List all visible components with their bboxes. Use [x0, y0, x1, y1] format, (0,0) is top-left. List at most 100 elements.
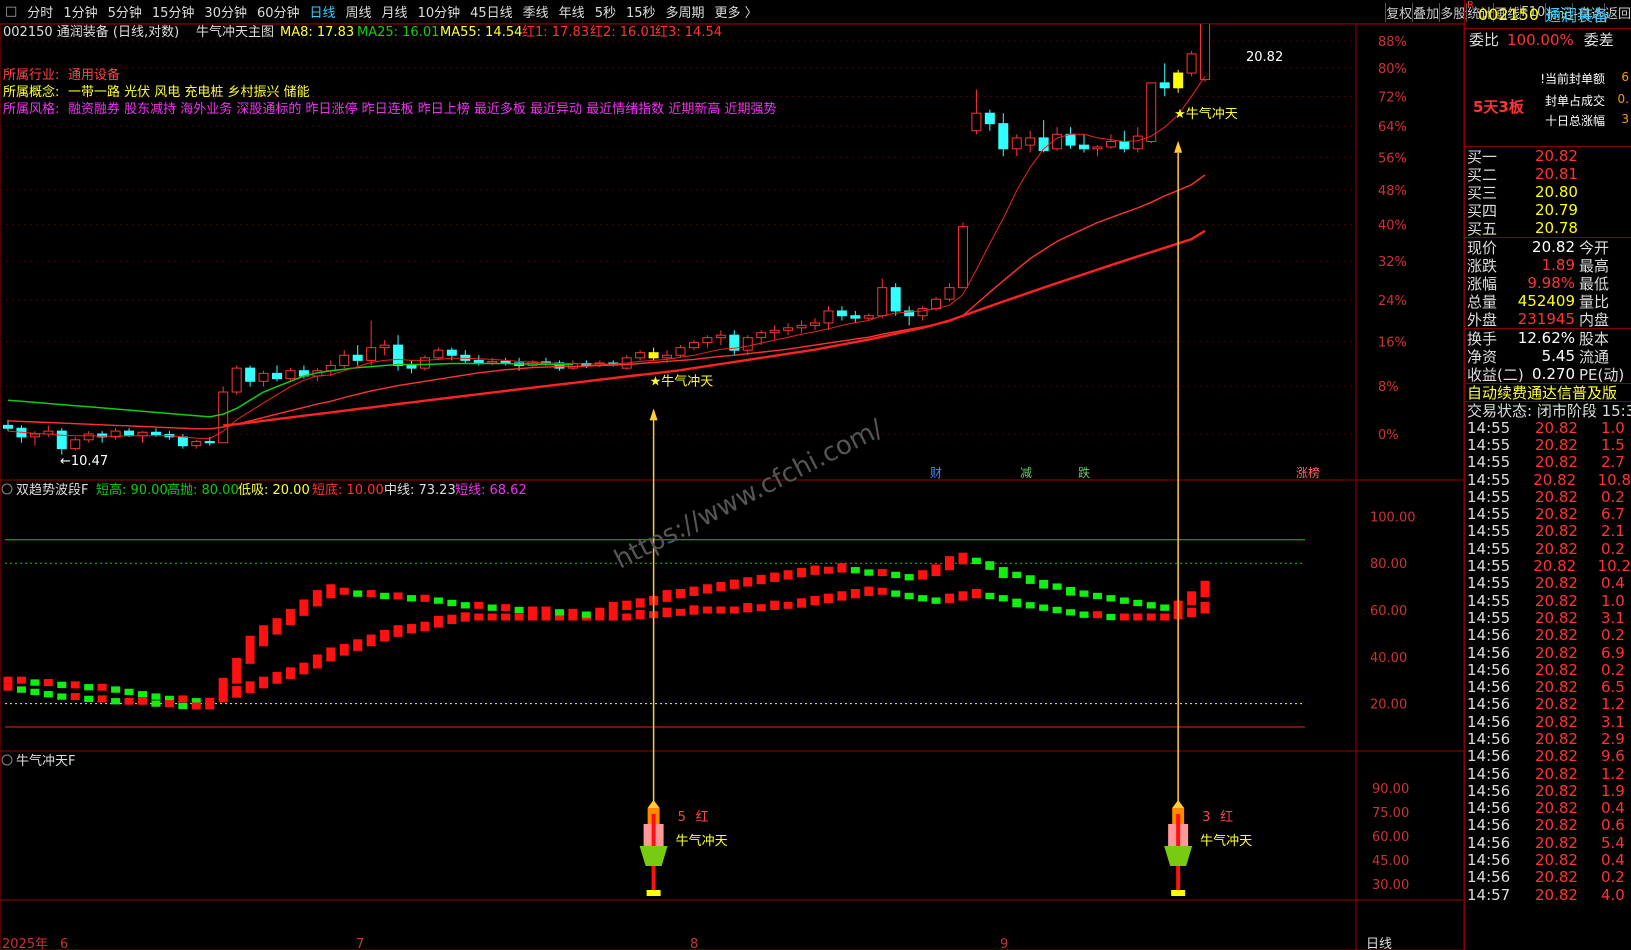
tick-vol: 0.2 — [1601, 660, 1625, 679]
period-tab[interactable]: 年线 — [554, 2, 590, 21]
kline-chart[interactable]: 88% 80% 72% 64% 56% 48% 40% 32% 24% 16% 8% 0% 100.0… — [0, 24, 1464, 950]
month-label: 7 — [356, 937, 364, 950]
tick-time: 14:55 — [1467, 557, 1511, 576]
ind-mid-bar — [998, 595, 1008, 602]
ind-mid-bar — [635, 610, 645, 620]
pct-tick: 0% — [1378, 428, 1399, 443]
candle-body — [796, 324, 807, 329]
ind-mid-bar — [1052, 606, 1062, 614]
ind-short-bar — [1133, 599, 1143, 607]
signal-color: 红 — [1220, 809, 1233, 825]
period-tab[interactable]: 5分钟 — [103, 2, 147, 21]
tick-vol: 0.4 — [1601, 574, 1625, 593]
bull-tick: 90.00 — [1372, 782, 1409, 797]
ind-mid-bar — [810, 595, 820, 606]
tick-time: 14:57 — [1467, 885, 1511, 904]
period-tab[interactable]: 1分钟 — [58, 2, 102, 21]
period-tab[interactable]: 60分钟 — [252, 2, 305, 21]
ind-mid-bar — [756, 604, 766, 612]
stat-row: 净资 5.45 流通 — [1465, 347, 1631, 366]
quote-code: 002150 — [1477, 4, 1540, 24]
tool-button[interactable]: 多股 — [1439, 2, 1466, 22]
period-tab[interactable]: 45日线 — [465, 2, 518, 21]
tick-row: 14:57 20.82 4.0 — [1465, 885, 1631, 904]
rocket-base — [646, 890, 661, 896]
tick-price: 20.82 — [1535, 868, 1578, 887]
tick-time: 14:56 — [1467, 833, 1511, 852]
watermark: https://www.cfchi.com/ — [610, 414, 888, 576]
bid-row: 买四 20.79 — [1465, 201, 1631, 220]
tick-price: 20.82 — [1535, 591, 1578, 610]
bull-label: 牛气冲天 — [676, 833, 728, 849]
tick-row: 14:55 20.82 1.0 — [1465, 419, 1631, 437]
candle-body — [931, 298, 942, 310]
candle-body — [635, 352, 646, 359]
ind-mid-bar — [326, 647, 336, 662]
marker-zhangbang: 涨榜 — [1296, 465, 1320, 480]
ma8-line — [7, 76, 1206, 440]
tick-price: 20.82 — [1535, 781, 1578, 800]
ind-short-bar — [326, 584, 336, 599]
period-tab[interactable]: 5秒 — [590, 2, 621, 21]
seal_amount-label: !当前封单额 — [1540, 72, 1605, 86]
rocket-fin — [1164, 846, 1193, 866]
tick-time: 14:56 — [1467, 643, 1511, 662]
rocket-tip — [647, 800, 660, 808]
ind-short-bar — [1146, 602, 1156, 609]
notice-row[interactable]: 自动续费通达信普及版 — [1465, 383, 1631, 402]
style-value: 融资融券 股东减持 海外业务 深股通标的 昨日涨停 昨日连板 昨日上榜 最近多板… — [68, 101, 776, 117]
collapse-icon[interactable] — [1, 754, 13, 766]
tick-row: 14:56 20.82 1.9 — [1465, 781, 1631, 800]
h2-value: 红2: 16.01 — [590, 24, 657, 40]
ind-mid-bar — [1160, 613, 1170, 621]
tool-button[interactable]: 复权 — [1385, 2, 1412, 22]
period-tab[interactable]: 10分钟 — [413, 2, 466, 21]
stat-value: 1.89 — [1541, 256, 1575, 274]
ind-short-bar — [689, 586, 699, 596]
stats-block: 现价 20.82 今开 涨跌 1.89 最高 涨幅 9.98% 最低 总量 452409 量比 外盘 23… — [1465, 237, 1631, 329]
tick-row: 14:55 20.82 0.2 — [1465, 488, 1631, 506]
tick-vol: 6.7 — [1601, 505, 1625, 524]
ind-mid-bar — [339, 643, 349, 656]
candle-body — [339, 354, 350, 367]
signal-count: 3 — [1202, 810, 1210, 825]
period-tab[interactable]: 日线 — [305, 2, 341, 21]
year-label: 2025年 — [2, 937, 48, 950]
tool-button[interactable]: 叠加 — [1412, 2, 1439, 22]
candle-body — [1092, 146, 1103, 150]
ind-mid-bar — [501, 613, 511, 621]
low-label: ←10.47 — [60, 454, 108, 469]
ind-short-bar — [528, 606, 538, 614]
period-tab[interactable]: 15分钟 — [147, 2, 200, 21]
ind-short-bar — [138, 697, 147, 705]
period-tab[interactable]: 15秒 — [621, 2, 661, 21]
ind-short-bar — [1106, 595, 1116, 602]
candle-body — [285, 370, 296, 380]
tick-vol: 1.9 — [1601, 781, 1625, 800]
period-tab[interactable]: 月线 — [377, 2, 413, 21]
tick-price: 20.82 — [1535, 747, 1578, 766]
candle-body — [702, 337, 713, 344]
period-tab[interactable]: 30分钟 — [199, 2, 252, 21]
pct-tick: 16% — [1378, 336, 1407, 351]
candle-body — [406, 365, 417, 369]
collapse-icon[interactable] — [1, 483, 13, 495]
marker-jian: 减 — [1020, 466, 1032, 480]
period-tab[interactable]: 更多 〉 — [710, 2, 763, 21]
tick-row: 14:55 20.82 0.4 — [1465, 574, 1631, 593]
tick-vol: 1.5 — [1601, 435, 1625, 454]
tick-price: 20.82 — [1535, 539, 1578, 558]
period-tab[interactable]: 多周期 — [661, 2, 710, 21]
ind-short-bar — [985, 561, 995, 570]
ind-short-bar — [931, 564, 941, 577]
period-tab[interactable]: 季线 — [518, 2, 554, 21]
tick-vol: 6.9 — [1601, 643, 1625, 662]
period-tab[interactable]: 周线 — [341, 2, 377, 21]
candle-body — [944, 287, 955, 300]
ind-short-bar — [581, 611, 591, 618]
window-icon[interactable]: □ — [0, 4, 22, 19]
ind-mid-bar — [151, 693, 161, 700]
industry-label: 所属行业: — [3, 68, 59, 83]
candle-body — [124, 430, 135, 437]
period-tab[interactable]: 分时 — [22, 2, 58, 21]
